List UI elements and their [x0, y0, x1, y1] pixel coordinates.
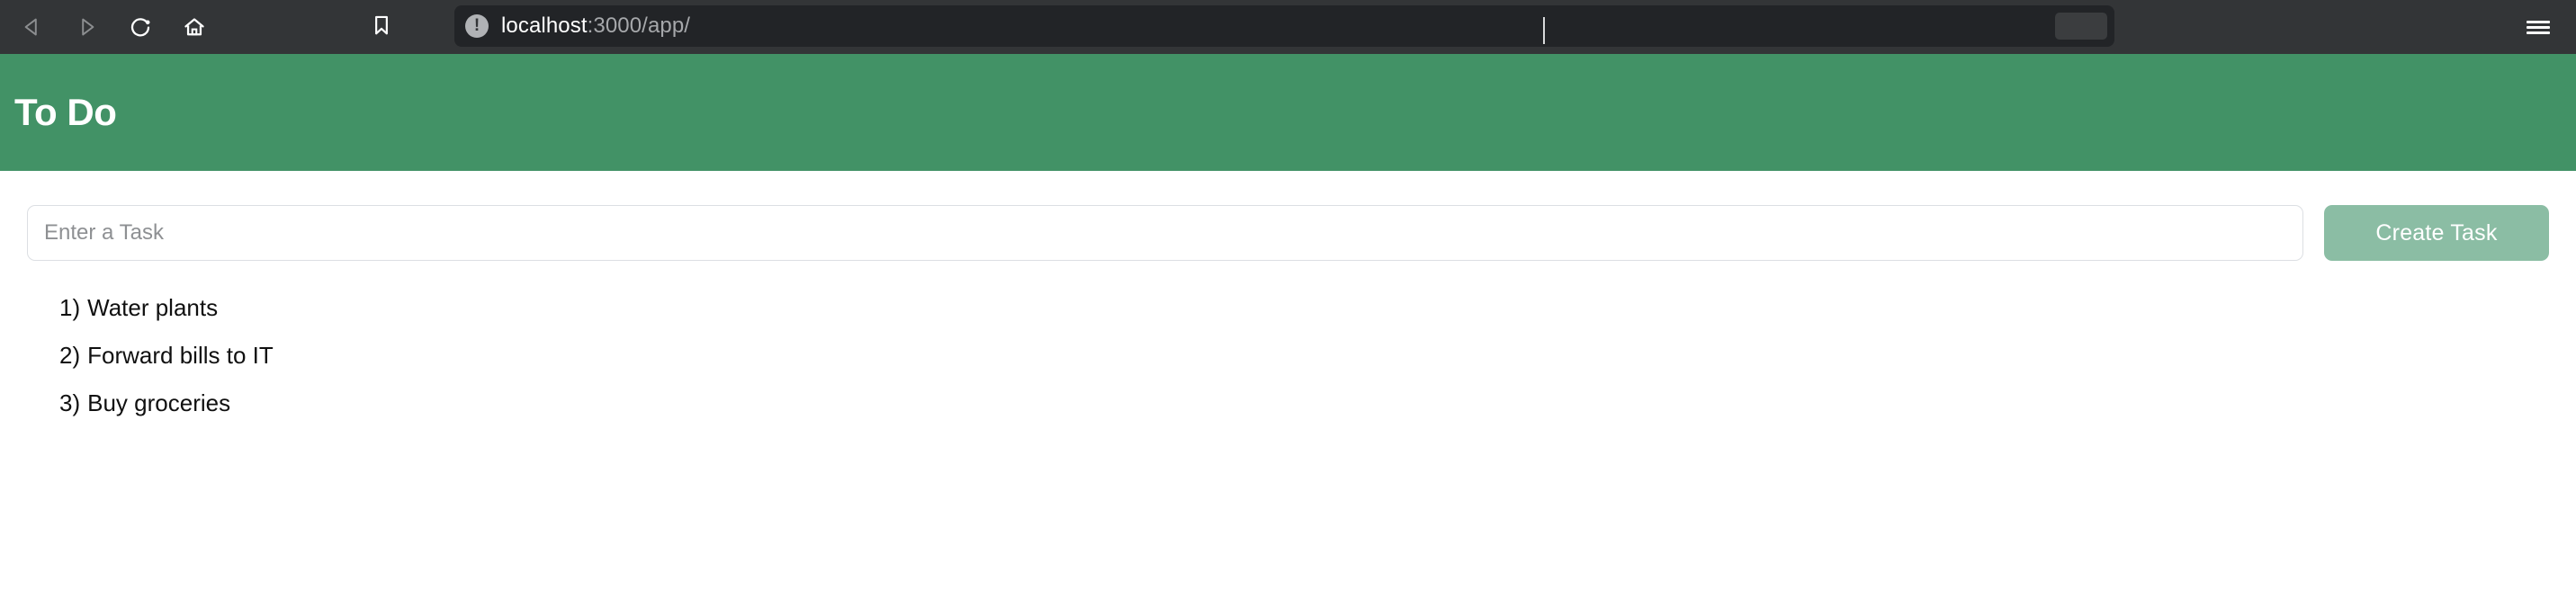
home-icon	[183, 15, 206, 39]
address-bar-action-button[interactable]	[2055, 13, 2107, 40]
reload-icon	[129, 15, 152, 39]
forward-arrow-icon	[75, 15, 98, 39]
task-list: 1) Water plants 2) Forward bills to IT 3) B…	[0, 261, 2576, 427]
not-secure-info-icon[interactable]: !	[465, 14, 489, 38]
browser-nav-buttons	[5, 0, 221, 54]
address-bar-caret	[1543, 17, 1545, 44]
back-button[interactable]	[5, 0, 59, 54]
forward-button[interactable]	[59, 0, 113, 54]
task-text: Buy groceries	[87, 389, 231, 416]
address-bar-text: localhost:3000/app/	[501, 13, 690, 39]
create-task-form: Create Task	[0, 171, 2576, 261]
list-item[interactable]: 2) Forward bills to IT	[0, 332, 2576, 380]
list-item[interactable]: 1) Water plants	[0, 284, 2576, 332]
reload-button[interactable]	[113, 0, 167, 54]
bookmark-icon	[370, 13, 393, 41]
not-secure-info-glyph: !	[473, 16, 480, 35]
address-bar[interactable]: ! localhost:3000/app/	[454, 5, 2114, 47]
list-item[interactable]: 3) Buy groceries	[0, 380, 2576, 427]
create-task-button[interactable]: Create Task	[2324, 205, 2549, 261]
task-text: Water plants	[87, 294, 219, 321]
main-content: Create Task 1)Water plants 2)Forward bil…	[0, 171, 2576, 427]
task-input[interactable]	[27, 205, 2303, 261]
page-title: To Do	[14, 91, 117, 133]
task-text: Forward bills to IT	[87, 342, 274, 369]
bookmark-button[interactable]	[355, 0, 408, 54]
task-index: 3)	[59, 389, 81, 416]
address-host: localhost	[501, 13, 588, 38]
home-button[interactable]	[167, 0, 221, 54]
browser-toolbar: ! localhost:3000/app/	[0, 0, 2576, 54]
task-index: 1)	[59, 294, 81, 321]
app-header: To Do	[0, 54, 2576, 171]
task-index: 2)	[59, 342, 81, 369]
hamburger-menu-icon	[2527, 18, 2550, 37]
back-arrow-icon	[21, 15, 44, 39]
browser-menu-button[interactable]	[2513, 0, 2563, 54]
address-path: :3000/app/	[587, 13, 691, 38]
